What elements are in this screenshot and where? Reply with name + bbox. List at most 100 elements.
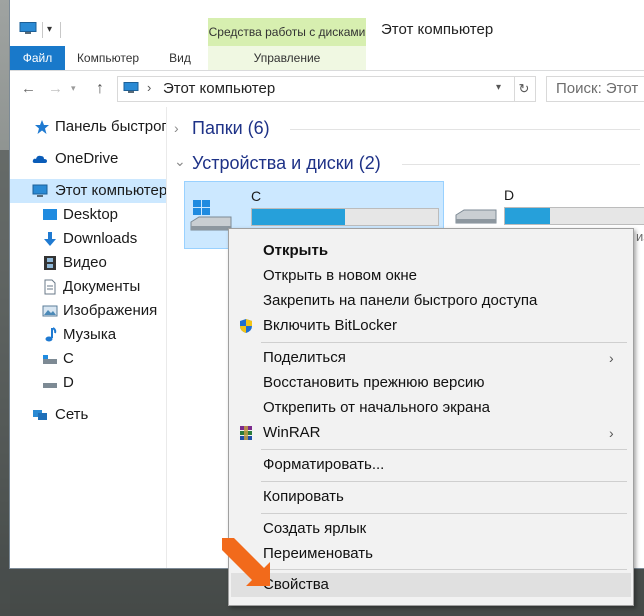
- menu-item-label: Восстановить прежнюю версию: [263, 374, 485, 391]
- menu-item-bitlocker[interactable]: Включить BitLocker: [231, 314, 631, 338]
- menu-separator: [261, 481, 627, 482]
- drive-usage-bar: [504, 207, 644, 225]
- menu-item-label: Свойства: [263, 576, 329, 593]
- nav-item-label: Сеть: [55, 406, 89, 423]
- menu-item-label: Открепить от начального экрана: [263, 399, 491, 416]
- context-menu: Открыть Открыть в новом окне Закрепить н…: [228, 228, 634, 606]
- tab-manage[interactable]: Управление: [208, 46, 366, 70]
- navigation-pane: Панель быстрого доступа OneDrive Этот ко…: [10, 107, 167, 568]
- nav-item-label: C: [63, 350, 74, 367]
- folders-group-header[interactable]: Папки (6): [192, 118, 270, 139]
- menu-item-share[interactable]: Поделиться ›: [231, 346, 631, 370]
- nav-item-label: Изображения: [63, 302, 158, 319]
- nav-item-music[interactable]: Музыка: [10, 323, 166, 347]
- devices-group-header[interactable]: Устройства и диски (2): [192, 153, 381, 174]
- menu-item-rename[interactable]: Переименовать: [231, 542, 631, 566]
- menu-item-pin-quick-access[interactable]: Закрепить на панели быстрого доступа: [231, 289, 631, 313]
- menu-separator: [261, 569, 627, 570]
- menu-item-winrar[interactable]: WinRAR ›: [231, 421, 631, 445]
- drive-tools-label: Средства работы с дисками: [208, 18, 366, 46]
- recent-locations-dropdown-icon[interactable]: ▾: [71, 83, 76, 94]
- menu-item-format[interactable]: Форматировать...: [231, 453, 631, 477]
- drive-free-space: из: [636, 229, 644, 244]
- nav-item-label: OneDrive: [55, 150, 119, 167]
- windows-drive-icon: [190, 200, 232, 231]
- tab-computer[interactable]: Компьютер: [68, 46, 148, 70]
- tab-file[interactable]: Файл: [10, 46, 65, 70]
- menu-item-label: Создать ярлык: [263, 520, 367, 537]
- computer-icon: [123, 82, 139, 93]
- network-icon: [33, 410, 47, 420]
- nav-item-onedrive[interactable]: OneDrive: [10, 147, 166, 171]
- menu-item-create-shortcut[interactable]: Создать ярлык: [231, 517, 631, 541]
- nav-item-downloads[interactable]: Downloads: [10, 227, 166, 251]
- up-arrow-icon[interactable]: ↑: [96, 80, 104, 98]
- tab-view[interactable]: Вид: [160, 46, 200, 70]
- address-row: ← → ▾ ↑ › Этот компьютер ▾ ↻ Поиск: Этот: [10, 71, 644, 107]
- cloud-icon: [32, 155, 47, 163]
- nav-item-desktop[interactable]: Desktop: [10, 203, 166, 227]
- menu-item-label: Включить BitLocker: [263, 317, 397, 334]
- search-input[interactable]: Поиск: Этот: [546, 76, 644, 102]
- star-icon: [35, 120, 49, 134]
- title-bar: ▾ Средства работы с дисками Этот компьют…: [10, 0, 644, 46]
- group-divider: [290, 129, 640, 130]
- drive-icon: [43, 355, 57, 364]
- picture-icon: [42, 305, 58, 317]
- menu-separator: [261, 449, 627, 450]
- download-arrow-icon: [44, 232, 56, 246]
- menu-separator: [261, 342, 627, 343]
- menu-item-label: Поделиться: [263, 349, 346, 366]
- ribbon-tabs: Файл Компьютер Вид Управление: [10, 46, 644, 71]
- menu-item-unpin-start[interactable]: Открепить от начального экрана: [231, 396, 631, 420]
- forward-arrow-icon[interactable]: →: [48, 80, 63, 97]
- drive-name: D: [504, 187, 515, 203]
- address-bar[interactable]: › Этот компьютер ▾: [117, 76, 515, 102]
- drive-usage-bar: [251, 208, 439, 226]
- nav-item-pictures[interactable]: Изображения: [10, 299, 166, 323]
- nav-item-drive-c[interactable]: C: [10, 347, 166, 371]
- annotation-arrow-icon: [222, 538, 270, 586]
- film-icon: [44, 256, 56, 270]
- address-dropdown-icon[interactable]: ▾: [496, 82, 501, 93]
- quick-access-dropdown-icon[interactable]: ▾: [47, 24, 52, 35]
- shield-icon: [240, 319, 252, 333]
- nav-item-label: Этот компьютер: [55, 182, 166, 199]
- nav-item-videos[interactable]: Видео: [10, 251, 166, 275]
- window-title: Этот компьютер: [381, 21, 494, 38]
- drive-usage-fill: [505, 208, 550, 224]
- menu-item-open-new-window[interactable]: Открыть в новом окне: [231, 264, 631, 288]
- nav-item-label: D: [63, 374, 74, 391]
- winrar-icon: [240, 426, 252, 440]
- menu-item-label: Копировать: [263, 488, 344, 505]
- nav-item-quick-access[interactable]: Панель быстрого доступа: [10, 115, 166, 139]
- menu-item-label: Форматировать...: [263, 456, 385, 473]
- menu-item-properties[interactable]: Свойства: [231, 573, 631, 597]
- nav-item-network[interactable]: Сеть: [10, 403, 166, 427]
- back-arrow-icon[interactable]: ←: [21, 80, 36, 97]
- nav-item-documents[interactable]: Документы: [10, 275, 166, 299]
- submenu-arrow-icon: ›: [609, 350, 614, 366]
- address-path[interactable]: Этот компьютер: [163, 80, 275, 97]
- menu-item-label: Открыть: [263, 242, 329, 259]
- drive-icon: [43, 383, 57, 388]
- nav-item-label: Downloads: [63, 230, 138, 247]
- refresh-icon[interactable]: ↻: [513, 76, 536, 102]
- quick-access-separator: [60, 22, 61, 38]
- drive-name: C: [251, 188, 262, 204]
- document-icon: [44, 279, 56, 295]
- drive-icon: [455, 209, 497, 224]
- nav-item-drive-d[interactable]: D: [10, 371, 166, 395]
- collapse-chevron-icon[interactable]: ⌄: [174, 153, 186, 170]
- nav-item-label: Панель быстрого доступа: [55, 118, 166, 135]
- desktop-icon: [43, 209, 57, 220]
- menu-item-copy[interactable]: Копировать: [231, 485, 631, 509]
- menu-item-label: Переименовать: [263, 545, 373, 562]
- breadcrumb-chevron-icon[interactable]: ›: [147, 80, 151, 95]
- computer-icon: [19, 22, 37, 34]
- menu-item-label: Закрепить на панели быстрого доступа: [263, 292, 538, 309]
- menu-item-open[interactable]: Открыть: [231, 239, 631, 263]
- expand-chevron-icon[interactable]: ›: [174, 120, 179, 136]
- nav-item-this-pc[interactable]: Этот компьютер: [10, 179, 166, 203]
- menu-item-restore-version[interactable]: Восстановить прежнюю версию: [231, 371, 631, 395]
